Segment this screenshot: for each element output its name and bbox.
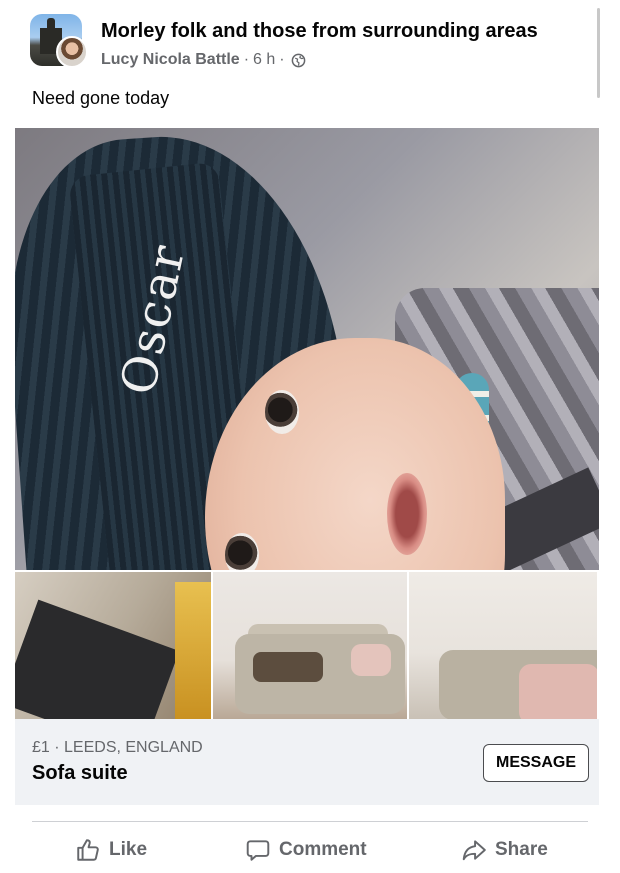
- like-button[interactable]: Like: [75, 830, 147, 870]
- share-button[interactable]: Share: [461, 830, 548, 870]
- thumbs-up-icon: [77, 839, 99, 861]
- thumb-box-shape: [15, 599, 180, 719]
- meta-separator: ·: [243, 51, 250, 68]
- message-button[interactable]: MESSAGE: [483, 744, 589, 782]
- globe-icon: [291, 53, 305, 67]
- sofa-pillow: [351, 644, 391, 676]
- post-time[interactable]: 6 h: [253, 51, 275, 69]
- photo-eye: [225, 533, 259, 570]
- post-text: Need gone today: [32, 88, 170, 108]
- action-bar: Like Comment Share: [15, 830, 599, 870]
- author-name[interactable]: Lucy Nicola Battle: [101, 51, 240, 69]
- share-arrow-icon: [462, 840, 486, 861]
- main-photo[interactable]: Oscar: [15, 128, 599, 570]
- thumbnail-sofa-front[interactable]: [213, 572, 407, 719]
- photo-eye: [265, 390, 299, 434]
- sofa-throw: [253, 652, 323, 682]
- listing-title: Sofa suite: [32, 762, 128, 784]
- thumbnail-sofa-side[interactable]: [409, 572, 597, 719]
- like-label: Like: [109, 839, 148, 860]
- thumbnail-box[interactable]: [15, 572, 211, 719]
- comment-button[interactable]: Comment: [245, 830, 367, 870]
- divider: [32, 821, 588, 822]
- photo-mouth: [387, 473, 427, 555]
- author-avatar[interactable]: [56, 36, 88, 68]
- group-name[interactable]: Morley folk and those from surrounding a…: [101, 20, 538, 43]
- thumb-bag-shape: [175, 582, 211, 719]
- marketplace-listing[interactable]: £1 · LEEDS, ENGLAND Sofa suite MESSAGE: [15, 719, 599, 805]
- photo-thumbnails: [15, 572, 599, 719]
- comment-bubble-icon: [246, 840, 270, 861]
- post-meta: Lucy Nicola Battle · 6 h ·: [101, 51, 306, 69]
- share-label: Share: [495, 839, 548, 860]
- sofa-pillow: [519, 664, 597, 719]
- post-header: Morley folk and those from surrounding a…: [30, 14, 590, 74]
- scrollbar[interactable]: [597, 8, 600, 98]
- comment-label: Comment: [279, 839, 367, 860]
- listing-price-location: £1 · LEEDS, ENGLAND: [32, 739, 203, 756]
- meta-separator: ·: [279, 51, 285, 68]
